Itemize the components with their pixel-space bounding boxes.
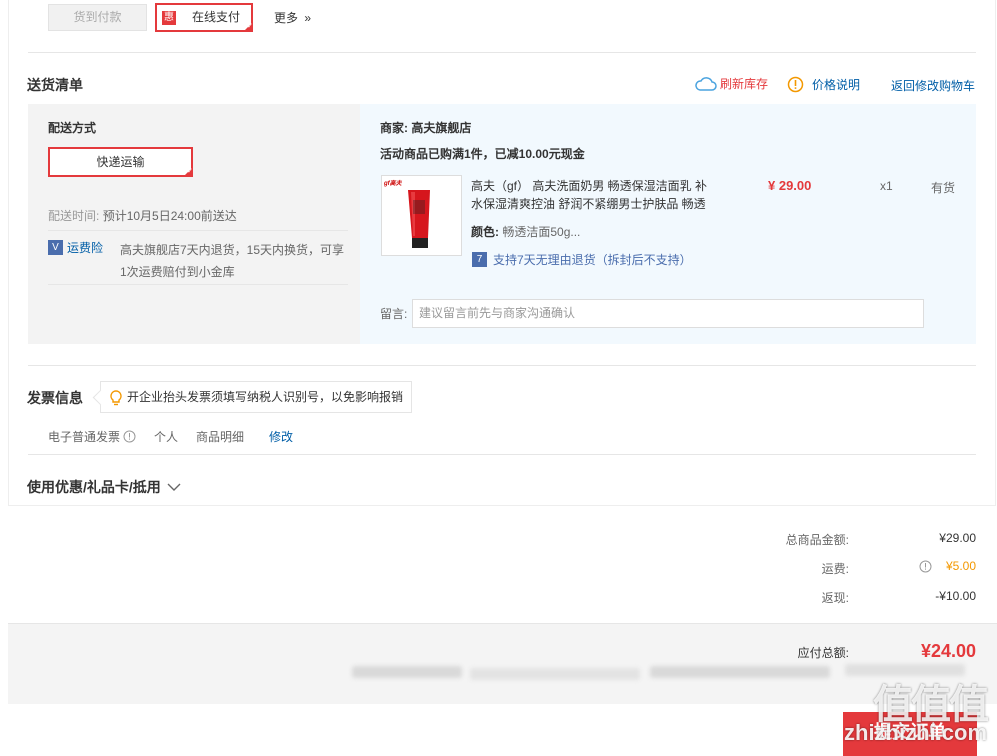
divider — [48, 230, 348, 231]
discount-badge-icon: 惠 — [162, 11, 176, 25]
online-payment-label: 在线支付 — [191, 10, 240, 24]
insurance-description: 高夫旗舰店7天内退货，15天内换货，可享 1次运费赔付到小金库 — [120, 239, 355, 283]
invoice-tip-text: 开企业抬头发票须填写纳税人识别号，以免影响报销 — [127, 390, 404, 404]
express-shipping-button[interactable]: 快递运输 — [48, 147, 193, 177]
color-label: 颜色: — [471, 225, 499, 239]
rebate-label: 返现: — [821, 591, 849, 605]
merchant-label: 商家: — [380, 121, 408, 135]
delivery-time-label: 配送时间: — [48, 209, 100, 223]
more-payment-label: 更多 — [274, 11, 299, 25]
invoice-details: 电子普通发票 个人 商品明细 修改 — [48, 428, 293, 445]
price-note-label: 价格说明 — [812, 78, 861, 92]
color-value: 畅透洁面50g... — [502, 225, 581, 239]
divider — [48, 284, 348, 285]
insurance-desc-line: 高夫旗舰店7天内退货，15天内换货，可享 — [120, 243, 345, 257]
divider — [28, 365, 976, 366]
invoice-section-title: 发票信息 — [27, 390, 83, 406]
cloud-refresh-icon — [695, 76, 717, 91]
shipping-insurance-link[interactable]: V 运费险 — [48, 239, 103, 256]
chevron-down-icon — [167, 483, 181, 491]
delivery-section-title: 送货清单 — [27, 77, 83, 93]
delivery-time: 配送时间: 预计10月5日24:00前送达 — [48, 207, 237, 224]
divider — [28, 454, 976, 455]
invoice-edit-link[interactable]: 修改 — [269, 428, 293, 445]
checkout-page: 货到付款 惠 在线支付 更多 » 送货清单 刷新库存 价格说明 返回修改购物车 … — [0, 0, 997, 756]
insurance-desc-line: 1次运费赔付到小金库 — [120, 265, 235, 279]
express-shipping-label: 快递运输 — [96, 155, 145, 169]
return-policy-text: 支持7天无理由退货（拆封后不支持） — [493, 253, 692, 267]
product-color: 颜色: 畅透洁面50g... — [471, 223, 580, 240]
invoice-tip: 开企业抬头发票须填写纳税人识别号，以免影响报销 — [100, 381, 412, 413]
rebate-value: -¥10.00 — [935, 589, 976, 603]
return-policy: 7 支持7天无理由退货（拆封后不支持） — [472, 251, 692, 268]
divider — [28, 52, 976, 53]
price-note-link[interactable]: 价格说明 — [787, 76, 860, 93]
insurance-label: 运费险 — [67, 241, 104, 255]
payable-value: ¥24.00 — [920, 641, 976, 661]
refresh-stock-link[interactable]: 刷新库存 — [695, 75, 768, 92]
shipping-fee-value: ¥5.00 — [945, 559, 976, 573]
product-price: ¥ 29.00 — [768, 178, 812, 193]
product-tube-icon — [408, 190, 430, 248]
warning-circle-icon — [787, 76, 804, 93]
online-payment-button[interactable]: 惠 在线支付 — [155, 3, 253, 32]
shipping-method-title: 配送方式 — [48, 121, 97, 135]
delivery-time-value: 预计10月5日24:00前送达 — [102, 209, 237, 223]
product-quantity: x1 — [880, 179, 893, 193]
blurred-address — [352, 666, 462, 678]
promo-text: 活动商品已购满1件，已减10.00元现金 — [380, 147, 585, 161]
selected-check-icon — [243, 22, 253, 32]
stock-status: 有货 — [931, 181, 956, 195]
insurance-shield-icon: V — [48, 240, 63, 255]
info-circle-icon[interactable] — [123, 430, 136, 443]
selected-check-icon — [183, 167, 193, 177]
coupon-title: 使用优惠/礼品卡/抵用 — [27, 479, 161, 495]
cod-payment-button[interactable]: 货到付款 — [48, 4, 147, 31]
coupon-toggle[interactable]: 使用优惠/礼品卡/抵用 — [27, 477, 181, 497]
double-chevron-right-icon: » — [304, 11, 312, 25]
payable-label: 应付总额: — [797, 646, 849, 660]
seven-day-return-icon: 7 — [472, 252, 487, 267]
invoice-type: 电子普通发票 — [48, 430, 121, 444]
shipping-method-panel — [28, 104, 360, 344]
merchant-info: 商家: 高夫旗舰店 — [380, 119, 471, 136]
product-thumbnail[interactable]: gf高夫 — [381, 175, 462, 256]
goods-total-value: ¥29.00 — [939, 531, 976, 545]
lightbulb-icon — [110, 390, 122, 406]
refresh-stock-label: 刷新库存 — [720, 77, 769, 91]
watermark-site: zhizhizhi.com — [844, 720, 987, 745]
blurred-address — [470, 668, 640, 680]
goods-total-label: 总商品金额: — [785, 533, 849, 547]
back-to-cart-link[interactable]: 返回修改购物车 — [891, 77, 975, 94]
product-name-line: 高夫（gf） 高夫洗面奶男 畅透保湿洁面乳 补 — [471, 179, 708, 193]
message-input[interactable]: 建议留言前先与商家沟通确认 — [412, 299, 924, 328]
invoice-content: 商品明细 — [196, 430, 245, 444]
product-name-line: 水保湿清爽控油 舒润不紧绷男士护肤品 畅透 — [471, 197, 706, 211]
message-label: 留言: — [380, 307, 408, 321]
more-payment-link[interactable]: 更多 » — [274, 9, 311, 26]
merchant-name: 高夫旗舰店 — [411, 121, 472, 135]
blurred-address — [650, 666, 830, 678]
product-name-link[interactable]: 高夫（gf） 高夫洗面奶男 畅透保湿洁面乳 补 水保湿清爽控油 舒润不紧绷男士护… — [471, 177, 721, 213]
invoice-title-type: 个人 — [154, 430, 179, 444]
shipping-fee-label: 运费: — [821, 562, 849, 576]
